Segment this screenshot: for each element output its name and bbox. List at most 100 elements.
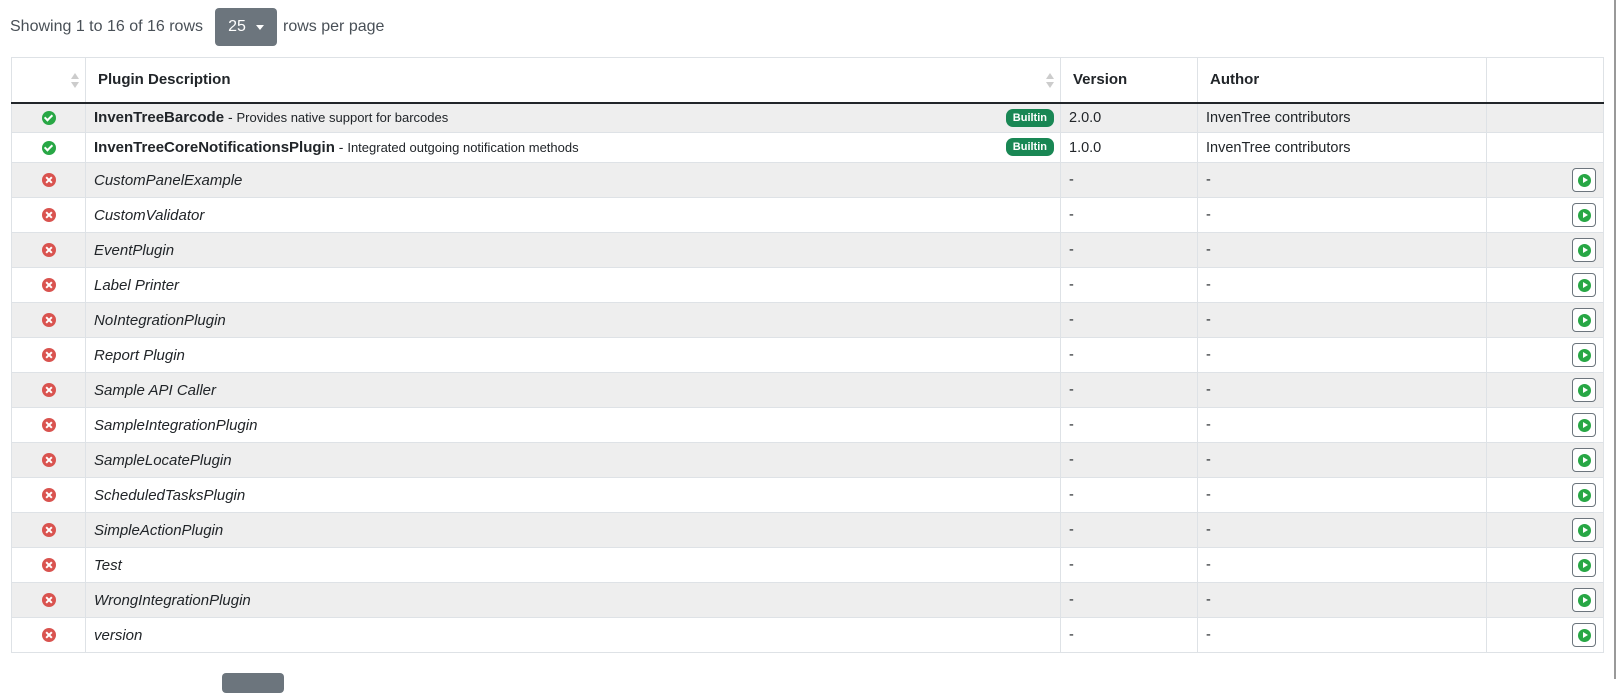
description-cell: SampleLocatePlugin [85, 442, 1061, 478]
description-cell: Test [85, 547, 1061, 583]
activate-plugin-button[interactable] [1572, 238, 1596, 262]
author-cell: - [1197, 232, 1487, 268]
table-header-row: Plugin Description Version Author [11, 57, 1604, 104]
table-row[interactable]: Report Plugin - - [11, 337, 1604, 373]
plugin-name: Sample API Caller [94, 381, 216, 399]
activate-plugin-button[interactable] [1572, 588, 1596, 612]
activate-plugin-button[interactable] [1572, 308, 1596, 332]
plugin-description: Provides native support for barcodes [236, 110, 449, 126]
table-row[interactable]: CustomValidator - - [11, 197, 1604, 233]
description-cell: CustomPanelExample [85, 162, 1061, 198]
author-cell: - [1197, 197, 1487, 233]
table-row[interactable]: NoIntegrationPlugin - - [11, 302, 1604, 338]
actions-cell [1486, 132, 1604, 163]
x-circle-icon [41, 208, 56, 223]
author-cell: - [1197, 302, 1487, 338]
x-circle-icon [41, 488, 56, 503]
activate-plugin-button[interactable] [1572, 483, 1596, 507]
table-row[interactable]: WrongIntegrationPlugin - - [11, 582, 1604, 618]
column-header-description[interactable]: Plugin Description [85, 57, 1061, 104]
column-header-status[interactable] [11, 57, 86, 104]
version-cell: - [1060, 337, 1198, 373]
description-cell: SimpleActionPlugin [85, 512, 1061, 548]
table-row[interactable]: version - - [11, 617, 1604, 653]
activate-plugin-button[interactable] [1572, 273, 1596, 297]
author-cell: InvenTree contributors [1197, 102, 1487, 133]
description-cell: Label Printer [85, 267, 1061, 303]
table-row[interactable]: EventPlugin - - [11, 232, 1604, 268]
activate-plugin-button[interactable] [1572, 448, 1596, 472]
activate-plugin-button[interactable] [1572, 518, 1596, 542]
separator: - [224, 109, 237, 126]
play-circle-icon [1577, 628, 1591, 642]
table-row[interactable]: InvenTreeCoreNotificationsPlugin - Integ… [11, 132, 1604, 163]
table-row[interactable]: SampleIntegrationPlugin - - [11, 407, 1604, 443]
pagination-info: Showing 1 to 16 of 16 rows [10, 18, 204, 35]
status-cell [11, 162, 86, 198]
play-circle-icon [1577, 593, 1591, 607]
actions-cell [1486, 512, 1604, 548]
table-row[interactable]: ScheduledTasksPlugin - - [11, 477, 1604, 513]
table-row[interactable]: SimpleActionPlugin - - [11, 512, 1604, 548]
x-circle-icon [41, 278, 56, 293]
author-cell: - [1197, 617, 1487, 653]
status-cell [11, 442, 86, 478]
table-row[interactable]: InvenTreeBarcode - Provides native suppo… [11, 102, 1604, 133]
actions-cell [1486, 302, 1604, 338]
status-cell [11, 197, 86, 233]
author-cell: - [1197, 162, 1487, 198]
plugin-name: InvenTreeCoreNotificationsPlugin [94, 139, 335, 156]
author-cell: - [1197, 372, 1487, 408]
activate-plugin-button[interactable] [1572, 343, 1596, 367]
x-circle-icon [41, 418, 56, 433]
plugin-name: CustomPanelExample [94, 171, 243, 189]
activate-plugin-button[interactable] [1572, 378, 1596, 402]
table-row[interactable]: CustomPanelExample - - [11, 162, 1604, 198]
sort-icon [71, 73, 79, 89]
status-cell [11, 582, 86, 618]
check-circle-icon [41, 140, 56, 155]
play-circle-icon [1577, 278, 1591, 292]
play-circle-icon [1577, 418, 1591, 432]
bottom-page-size-dropdown[interactable] [222, 673, 284, 693]
play-circle-icon [1577, 453, 1591, 467]
status-cell [11, 337, 86, 373]
version-cell: - [1060, 617, 1198, 653]
activate-plugin-button[interactable] [1572, 203, 1596, 227]
page-size-dropdown[interactable]: 25 [215, 8, 278, 46]
version-cell: - [1060, 442, 1198, 478]
status-cell [11, 407, 86, 443]
x-circle-icon [41, 523, 56, 538]
author-cell: - [1197, 477, 1487, 513]
plugin-name: Label Printer [94, 276, 180, 294]
table-row[interactable]: Sample API Caller - - [11, 372, 1604, 408]
version-cell: - [1060, 197, 1198, 233]
author-cell: - [1197, 407, 1487, 443]
activate-plugin-button[interactable] [1572, 413, 1596, 437]
activate-plugin-button[interactable] [1572, 623, 1596, 647]
plugin-name: CustomValidator [94, 206, 205, 224]
author-cell: InvenTree contributors [1197, 132, 1487, 163]
column-header-label: Plugin Description [98, 71, 231, 89]
version-cell: 1.0.0 [1060, 132, 1198, 163]
table-row[interactable]: Label Printer - - [11, 267, 1604, 303]
plugin-name: EventPlugin [94, 241, 175, 259]
table-row[interactable]: Test - - [11, 547, 1604, 583]
plugin-name: InvenTreeBarcode [94, 109, 225, 127]
column-header-actions [1486, 57, 1604, 104]
table-row[interactable]: SampleLocatePlugin - - [11, 442, 1604, 478]
status-cell [11, 132, 86, 163]
description-cell: Report Plugin [85, 337, 1061, 373]
activate-plugin-button[interactable] [1572, 168, 1596, 192]
plugin-name: NoIntegrationPlugin [94, 311, 226, 329]
version-cell: - [1060, 477, 1198, 513]
column-header-author: Author [1197, 57, 1487, 104]
plugin-name: Test [94, 556, 122, 574]
play-circle-icon [1577, 558, 1591, 572]
builtin-badge: Builtin [1005, 108, 1054, 127]
plugin-name: Report Plugin [94, 346, 185, 364]
activate-plugin-button[interactable] [1572, 553, 1596, 577]
description-cell: Sample API Caller [85, 372, 1061, 408]
builtin-badge: Builtin [1005, 138, 1054, 156]
play-circle-icon [1577, 173, 1591, 187]
